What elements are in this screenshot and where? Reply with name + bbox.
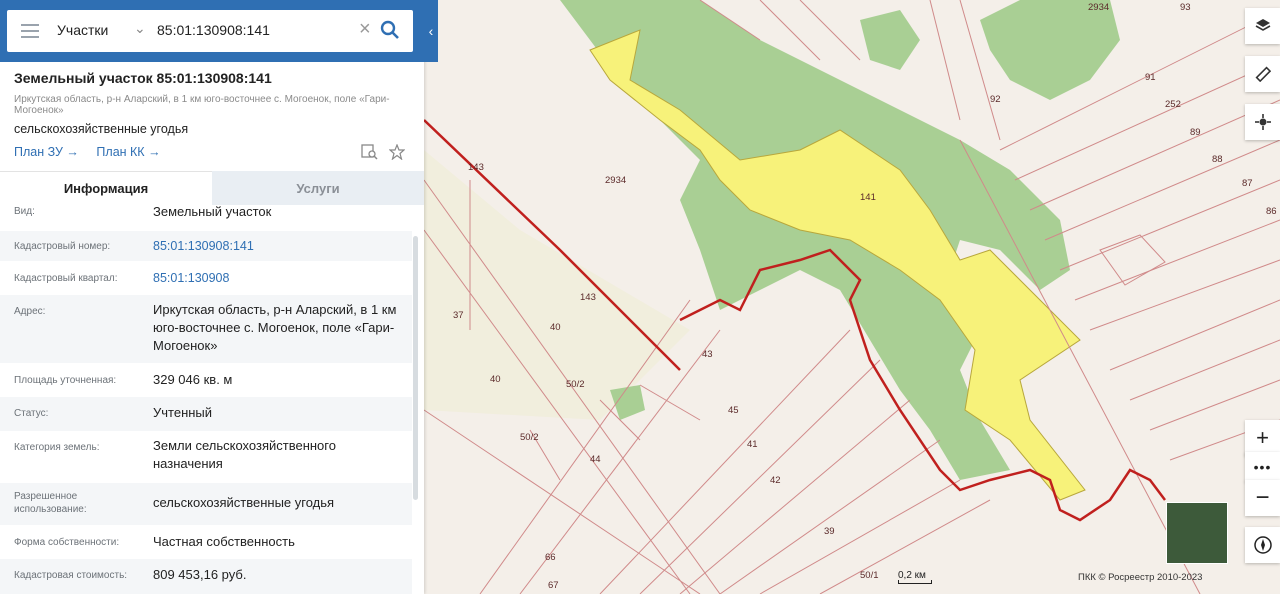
scale-bar [898,580,932,584]
favorite-star-icon[interactable] [388,143,407,161]
clear-icon[interactable]: × [359,18,371,41]
table-row: Площадь уточненная: 329 046 кв. м [14,372,233,387]
parcel-label: 40 [490,374,501,385]
more-button[interactable]: ••• [1245,452,1280,482]
minus-icon: − [1255,484,1270,511]
table-row: Категория земель: Земли сельскохозяйстве… [14,438,336,471]
search-in-area-icon[interactable] [361,144,379,160]
satellite-basemap-thumbnail[interactable] [1166,502,1228,564]
layers-button[interactable] [1245,8,1280,44]
locate-button[interactable] [1245,104,1280,140]
search-icon[interactable] [380,20,400,40]
info-panel: Земельный участок 85:01:130908:141 Иркут… [0,0,424,594]
zoom-in-button[interactable]: + [1245,420,1280,456]
parcel-label: 44 [590,454,601,465]
parcel-label: 50/2 [520,432,539,443]
table-row: Вид: Земельный участок [14,204,272,219]
search-box: Участки ⌄ 85:01:130908:141 × [7,10,413,52]
table-row: Кадастровая стоимость: 809 453,16 руб. [0,559,412,594]
panel-scrollbar[interactable] [413,236,418,500]
parcel-label: 143 [580,292,596,303]
table-row: Разрешенное использование: сельскохозяйс… [0,483,412,525]
parcel-label: 2934 [1088,2,1109,13]
table-row: Адрес: Иркутская область, р-н Аларский, … [0,295,412,363]
ruler-icon [1255,66,1271,82]
parcel-label: 89 [1190,127,1201,138]
parcel-address-summary: Иркутская область, р-н Аларский, в 1 км … [14,94,390,116]
plan-zu-link[interactable]: План ЗУ → [14,145,79,159]
chevron-down-icon[interactable]: ⌄ [134,20,146,37]
parcel-title: Земельный участок 85:01:130908:141 [14,70,272,86]
cadastral-quarter-link[interactable]: 85:01:130908 [153,269,403,287]
parcel-label: 141 [860,192,876,203]
parcel-label: 143 [468,162,484,173]
parcel-label: 40 [550,322,561,333]
parcel-label: 66 [545,552,556,563]
tab-information[interactable]: Информация [0,171,212,205]
tab-services[interactable]: Услуги [212,171,424,205]
crosshair-icon [1254,114,1271,130]
collapse-panel-button[interactable]: ‹ [424,10,438,52]
parcel-label: 67 [548,580,559,591]
parcel-label: 93 [1180,2,1191,13]
compass-icon [1253,536,1272,554]
table-row: Кадастровый номер: 85:01:130908:141 [0,231,412,261]
parcel-category: сельскохозяйственные угодья [14,122,189,136]
search-input[interactable]: 85:01:130908:141 [157,22,270,38]
plus-icon: + [1256,425,1269,450]
parcel-label: 88 [1212,154,1223,165]
layers-icon [1255,19,1270,31]
search-bar: Участки ⌄ 85:01:130908:141 × [0,0,438,62]
copyright-text: ПКК © Росреестр 2010-2023 [1078,572,1203,583]
parcel-label: 42 [770,475,781,486]
dots-icon: ••• [1253,459,1272,475]
parcel-label: 2934 [605,175,626,186]
plan-kk-link[interactable]: План КК → [96,145,160,159]
menu-icon[interactable] [21,24,39,38]
parcel-label: 87 [1242,178,1253,189]
compass-button[interactable] [1245,527,1280,563]
zoom-out-button[interactable]: − [1245,480,1280,516]
parcel-label: 91 [1145,72,1156,83]
parcel-label: 50/2 [566,379,585,390]
table-row: Статус: Учтенный [0,397,412,431]
measure-button[interactable] [1245,56,1280,92]
chevron-left-icon: ‹ [428,23,434,39]
table-row: Кадастровый квартал: 85:01:130908 [0,261,412,295]
cadastral-number-link[interactable]: 85:01:130908:141 [153,237,403,255]
parcel-label: 50/1 [860,570,879,581]
parcel-label: 39 [824,526,835,537]
parcel-label: 45 [728,405,739,416]
parcel-label: 86 [1266,206,1277,217]
parcel-label: 252 [1165,99,1181,110]
parcel-label: 37 [453,310,464,321]
search-type-select[interactable]: Участки [57,22,108,38]
parcel-label: 43 [702,349,713,360]
parcel-label: 41 [747,439,758,450]
table-row: Форма собственности: Частная собственнос… [14,534,295,549]
parcel-label: 92 [990,94,1001,105]
